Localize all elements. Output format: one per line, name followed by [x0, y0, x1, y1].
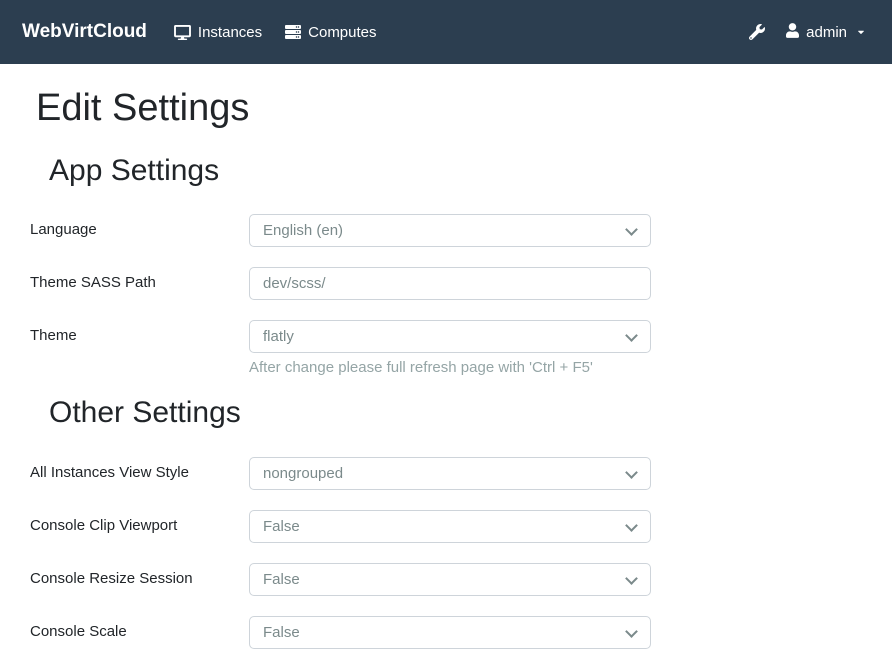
- all-instances-view-style-select[interactable]: nongrouped: [249, 457, 651, 490]
- navbar: WebVirtCloud Instances Computes admin: [0, 0, 892, 64]
- server-icon: [285, 24, 301, 40]
- nav-item-label: Computes: [308, 24, 376, 41]
- language-select[interactable]: English (en): [249, 214, 651, 247]
- user-icon: [786, 23, 799, 42]
- console-scale-select[interactable]: False: [249, 616, 651, 649]
- chevron-down-icon: False: [249, 510, 651, 543]
- form-row-language: Language English (en): [30, 214, 862, 247]
- section-title-app-settings: App Settings: [49, 154, 862, 189]
- user-dropdown[interactable]: admin: [786, 23, 866, 42]
- field-label: Theme SASS Path: [30, 267, 249, 291]
- field-label: Console Scale: [30, 616, 249, 640]
- field-label: Theme: [30, 320, 249, 344]
- console-resize-session-select[interactable]: False: [249, 563, 651, 596]
- nav-item-label: Instances: [198, 24, 262, 41]
- navbar-left-nav: Instances Computes: [174, 24, 400, 41]
- navbar-right-nav: admin: [749, 23, 866, 42]
- caret-down-icon: [856, 24, 866, 41]
- theme-sass-path-input[interactable]: [249, 267, 651, 300]
- form-row-console-scale: Console Scale False: [30, 616, 862, 649]
- form-row-console-clip-viewport: Console Clip Viewport False: [30, 510, 862, 543]
- page-title: Edit Settings: [36, 87, 862, 131]
- chevron-down-icon: False: [249, 563, 651, 596]
- nav-item-computes[interactable]: Computes: [285, 24, 376, 41]
- chevron-down-icon: False: [249, 616, 651, 649]
- theme-help-text: After change please full refresh page wi…: [249, 359, 651, 376]
- theme-select[interactable]: flatly: [249, 320, 651, 353]
- wrench-icon[interactable]: [749, 24, 765, 40]
- section-title-other-settings: Other Settings: [49, 396, 862, 431]
- brand-webvirtcloud[interactable]: WebVirtCloud: [22, 21, 147, 43]
- chevron-down-icon: flatly: [249, 320, 651, 353]
- chevron-down-icon: English (en): [249, 214, 651, 247]
- field-label: Console Resize Session: [30, 563, 249, 587]
- chevron-down-icon: nongrouped: [249, 457, 651, 490]
- field-label: All Instances View Style: [30, 457, 249, 481]
- form-row-all-instances-view-style: All Instances View Style nongrouped: [30, 457, 862, 490]
- desktop-icon: [174, 25, 191, 40]
- nav-item-instances[interactable]: Instances: [174, 24, 262, 41]
- field-label: Console Clip Viewport: [30, 510, 249, 534]
- form-row-theme: Theme flatly After change please full re…: [30, 320, 862, 376]
- main-content: Edit Settings App Settings Language Engl…: [0, 87, 892, 649]
- form-row-console-resize-session: Console Resize Session False: [30, 563, 862, 596]
- form-row-theme-sass-path: Theme SASS Path: [30, 267, 862, 300]
- field-label: Language: [30, 214, 249, 238]
- console-clip-viewport-select[interactable]: False: [249, 510, 651, 543]
- user-label: admin: [806, 24, 847, 41]
